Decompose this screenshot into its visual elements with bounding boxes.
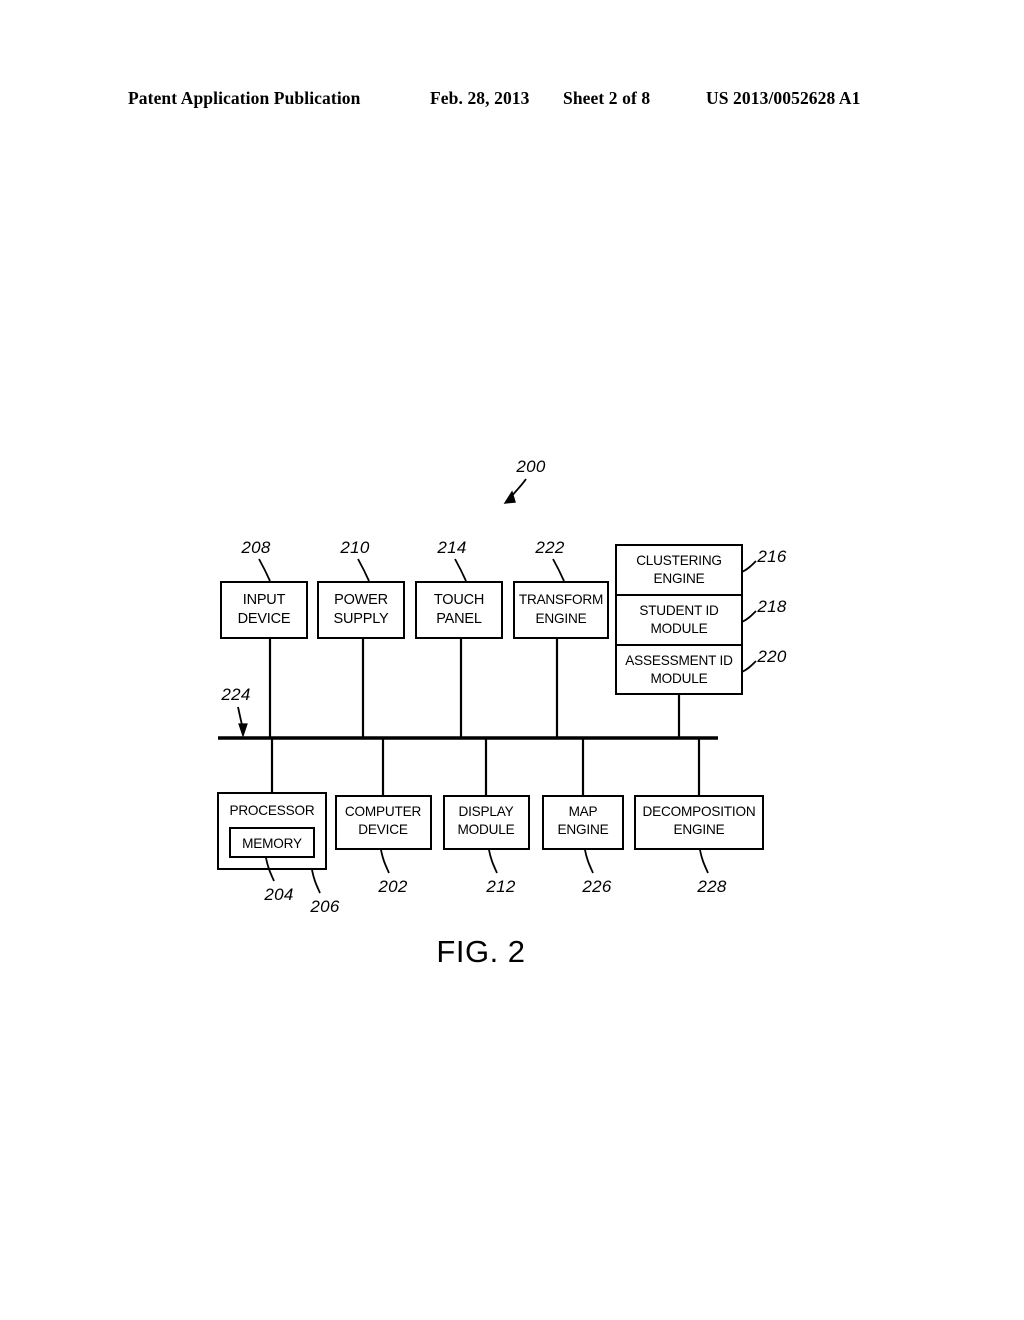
- ref-218-label: 218: [756, 597, 787, 616]
- ref-226-leader: [584, 849, 594, 874]
- ref-224-label: 224: [220, 685, 250, 704]
- block-power-supply[interactable]: POWER SUPPLY 210: [317, 538, 405, 738]
- block-transform-engine-line2: ENGINE: [536, 611, 587, 626]
- block-clustering-engine-line2: ENGINE: [654, 571, 705, 586]
- block-touch-panel[interactable]: TOUCH PANEL 214: [415, 538, 503, 738]
- block-display-module[interactable]: DISPLAY MODULE 212: [443, 738, 530, 896]
- block-memory-label: MEMORY: [242, 836, 302, 851]
- block-display-module-line1: DISPLAY: [458, 804, 513, 819]
- system-ref-200: 200: [503, 457, 546, 504]
- block-assessment-id-module-line1: ASSESSMENT ID: [625, 653, 733, 668]
- block-touch-panel-rect[interactable]: [415, 581, 503, 639]
- block-decomposition-engine-line1: DECOMPOSITION: [643, 804, 756, 819]
- ref-216-label: 216: [756, 547, 787, 566]
- block-input-device[interactable]: INPUT DEVICE 208: [220, 538, 308, 738]
- block-assessment-id-module-line2: MODULE: [651, 671, 708, 686]
- ref-206-leader: [311, 869, 321, 894]
- block-computer-device-line2: DEVICE: [358, 822, 408, 837]
- ref-202-label: 202: [377, 877, 408, 896]
- ref-208-label: 208: [240, 538, 271, 557]
- block-clustering-engine-line1: CLUSTERING: [636, 553, 722, 568]
- figure-caption: FIG. 2: [436, 934, 525, 969]
- ref-222-label: 222: [534, 538, 565, 557]
- block-touch-panel-line2: PANEL: [436, 611, 482, 627]
- block-map-engine[interactable]: MAP ENGINE 226: [542, 738, 624, 896]
- ref-216-leader: [741, 560, 757, 573]
- block-power-supply-line1: POWER: [334, 592, 388, 608]
- block-student-id-module-line2: MODULE: [651, 621, 708, 636]
- ref-212-label: 212: [485, 877, 516, 896]
- ref-220-leader: [741, 660, 757, 673]
- ref-212-leader: [488, 849, 498, 874]
- ref-210-leader: [357, 558, 370, 582]
- block-decomposition-engine[interactable]: DECOMPOSITION ENGINE 228: [634, 738, 764, 896]
- block-clustering-stack[interactable]: CLUSTERING ENGINE 216 STUDENT ID MODULE …: [615, 544, 787, 738]
- block-diagram-svg: 200 INPUT DEVICE 208 POWER SUPPLY 210 TO…: [217, 457, 787, 969]
- block-touch-panel-line1: TOUCH: [434, 592, 484, 608]
- block-transform-engine-line1: TRANSFORM: [519, 592, 603, 607]
- ref-204-label: 204: [263, 885, 293, 904]
- ref-224-arrowhead: [238, 723, 248, 738]
- block-transform-engine[interactable]: TRANSFORM ENGINE 222: [513, 538, 609, 738]
- block-processor-label: PROCESSOR: [229, 803, 314, 818]
- ref-218-leader: [741, 610, 757, 623]
- ref-214-label: 214: [436, 538, 466, 557]
- ref-220-label: 220: [756, 647, 787, 666]
- ref-206-label: 206: [309, 897, 340, 916]
- block-map-engine-line2: ENGINE: [558, 822, 609, 837]
- block-input-device-rect[interactable]: [220, 581, 308, 639]
- ref-208-leader: [258, 558, 271, 582]
- block-input-device-line1: INPUT: [243, 592, 286, 608]
- block-power-supply-line2: SUPPLY: [334, 611, 389, 627]
- ref-226-label: 226: [581, 877, 612, 896]
- block-power-supply-rect[interactable]: [317, 581, 405, 639]
- figure-2: 200 INPUT DEVICE 208 POWER SUPPLY 210 TO…: [0, 0, 1024, 1320]
- block-processor[interactable]: PROCESSOR MEMORY 204 206: [217, 738, 340, 916]
- patent-page: Patent Application Publication Feb. 28, …: [0, 0, 1024, 1320]
- ref-214-leader: [454, 558, 467, 582]
- block-decomposition-engine-line2: ENGINE: [674, 822, 725, 837]
- block-computer-device[interactable]: COMPUTER DEVICE 202: [335, 738, 432, 896]
- block-input-device-line2: DEVICE: [238, 611, 291, 627]
- block-display-module-line2: MODULE: [458, 822, 515, 837]
- ref-202-leader: [380, 849, 390, 874]
- ref-222-leader: [552, 558, 565, 582]
- ref-200-label: 200: [515, 457, 546, 476]
- block-transform-engine-rect[interactable]: [513, 581, 609, 639]
- block-computer-device-line1: COMPUTER: [345, 804, 422, 819]
- block-map-engine-line1: MAP: [569, 804, 598, 819]
- ref-210-label: 210: [339, 538, 370, 557]
- block-student-id-module-line1: STUDENT ID: [639, 603, 719, 618]
- ref-228-leader: [699, 849, 709, 874]
- ref-228-label: 228: [696, 877, 727, 896]
